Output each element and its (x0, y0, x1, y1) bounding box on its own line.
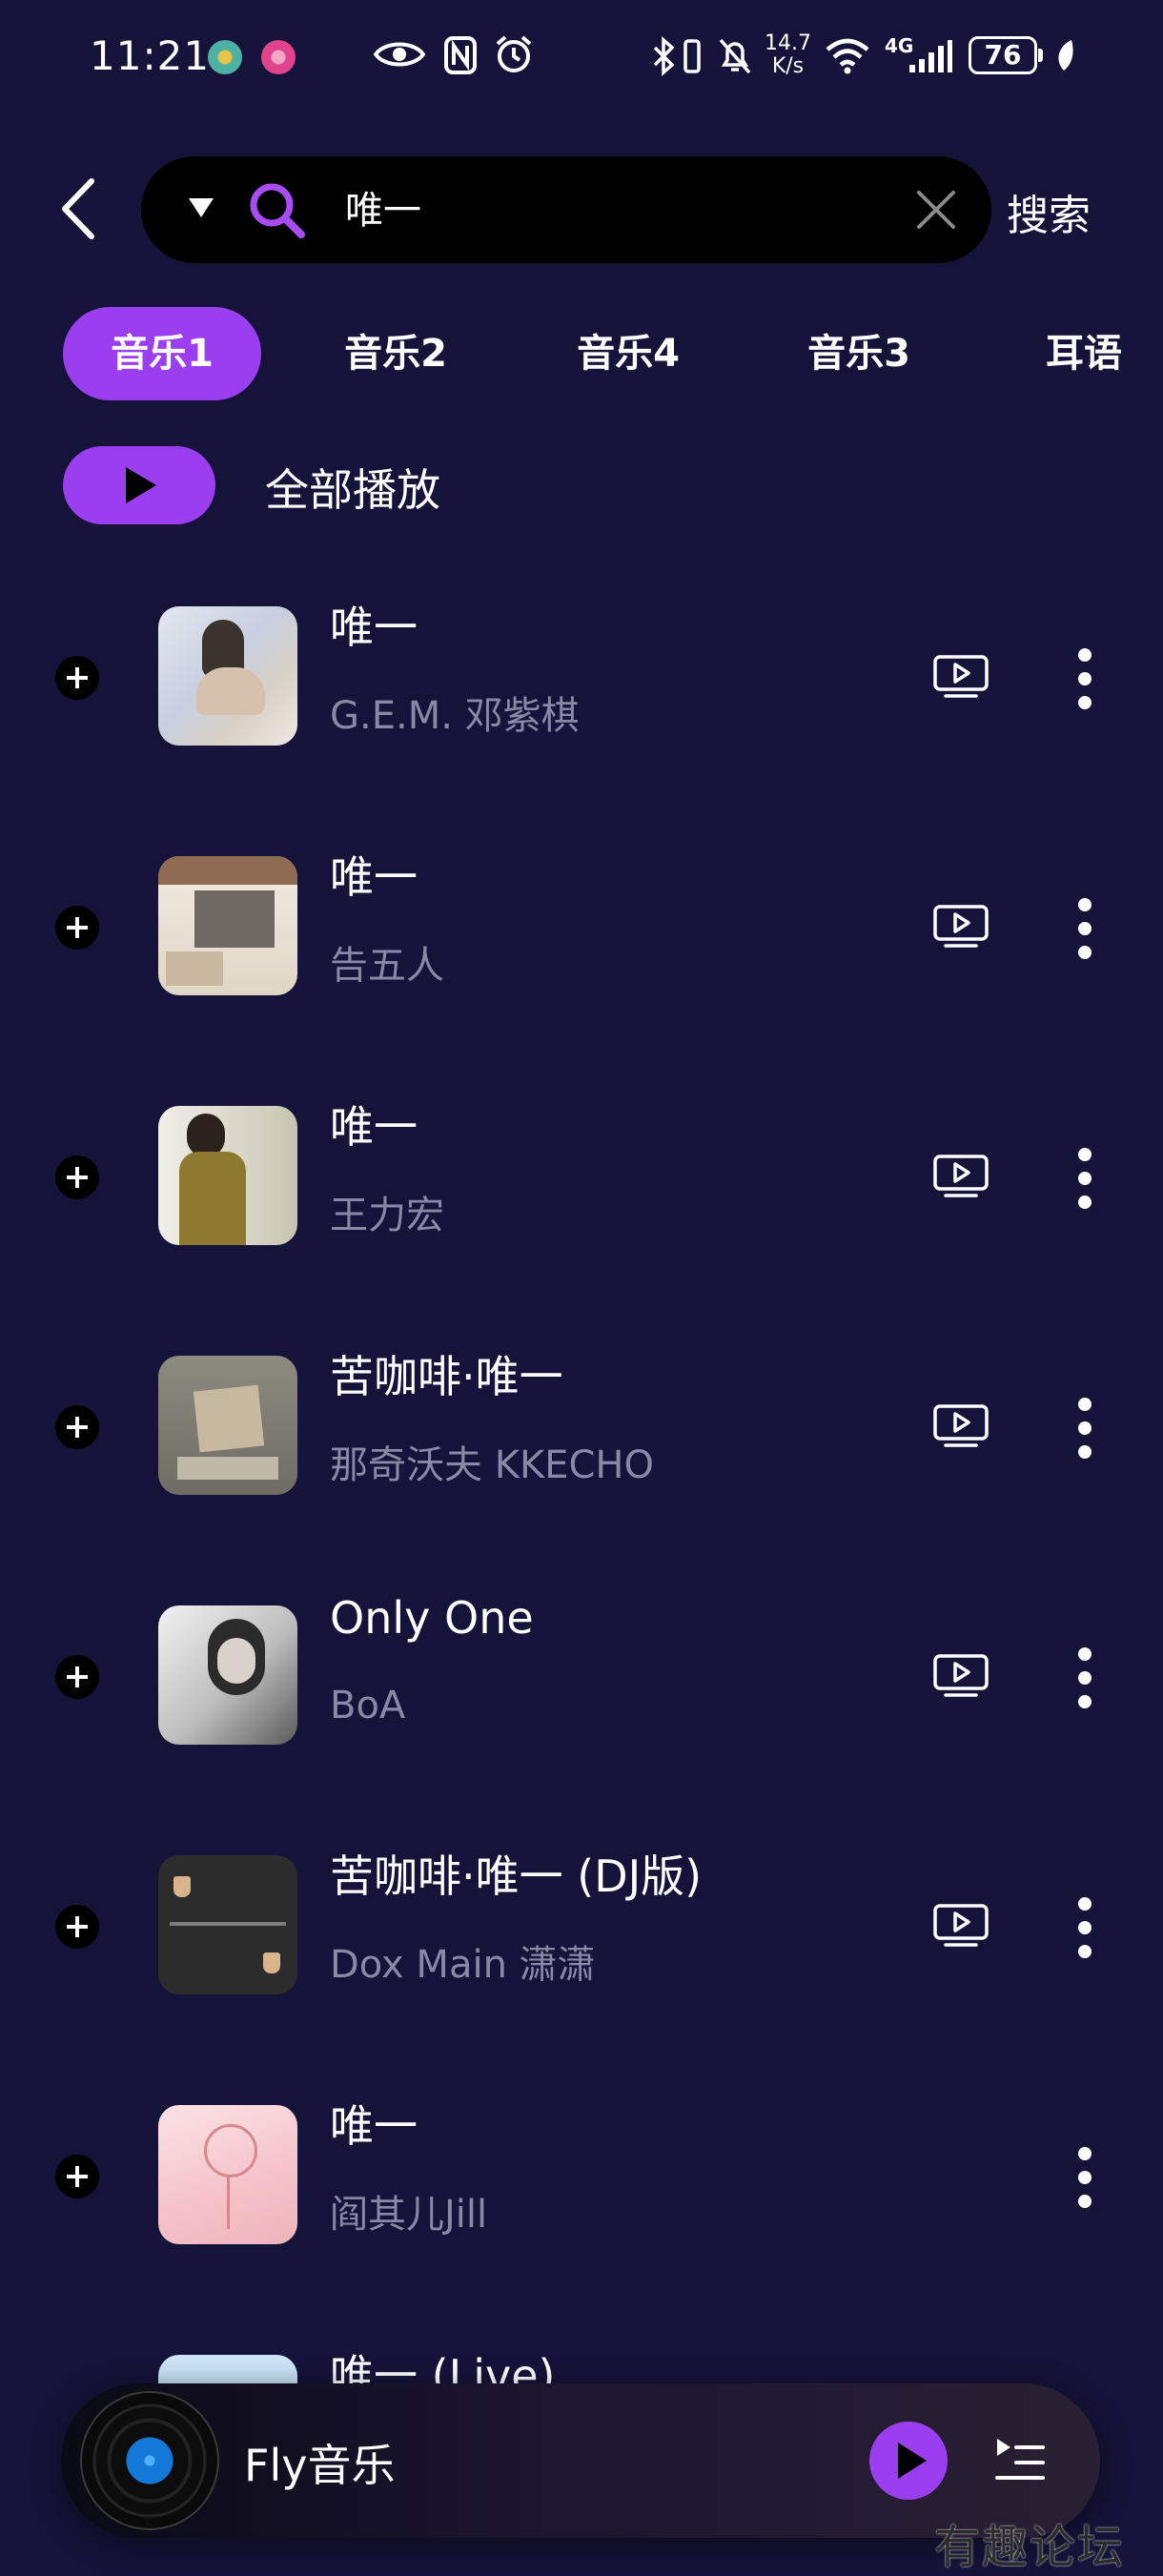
player-play-button[interactable] (869, 2422, 948, 2500)
more-options-icon[interactable] (1071, 1897, 1098, 1958)
add-icon[interactable] (55, 1905, 99, 1949)
eco-leaf-icon (1058, 40, 1073, 71)
album-cover (158, 856, 297, 995)
add-icon[interactable] (55, 1655, 99, 1699)
battery-indicator: 76 (969, 36, 1043, 74)
album-cover (158, 2105, 297, 2244)
song-title: 唯一 (330, 1101, 418, 1153)
mv-video-icon[interactable] (932, 904, 990, 950)
wifi-icon (826, 38, 869, 74)
dropdown-triangle-icon[interactable] (189, 198, 214, 217)
signal-icon (909, 40, 952, 72)
add-icon[interactable] (55, 1405, 99, 1449)
song-artist: 那奇沃夫 KKECHO (330, 1443, 654, 1487)
mv-video-icon[interactable] (932, 1903, 990, 1949)
play-icon (898, 2443, 927, 2479)
song-row[interactable]: 苦咖啡·唯一 (DJ版) Dox Main 潇潇 (0, 1806, 1163, 2055)
vibrate-icon (684, 39, 701, 73)
clear-search-icon[interactable] (913, 187, 959, 233)
mv-video-icon[interactable] (932, 1154, 990, 1199)
tab-music-3[interactable]: 音乐3 (787, 307, 930, 400)
play-all-label[interactable]: 全部播放 (265, 456, 440, 519)
search-icon (250, 183, 305, 238)
add-icon[interactable] (55, 2155, 99, 2198)
watermark-text: 有趣论坛 (934, 2521, 1126, 2574)
play-icon (126, 467, 156, 503)
more-options-icon[interactable] (1071, 1398, 1098, 1459)
tab-music-4[interactable]: 音乐4 (557, 307, 700, 400)
tab-music-1[interactable]: 音乐1 (63, 307, 261, 400)
song-title: 苦咖啡·唯一 (DJ版) (330, 1850, 703, 1902)
alarm-icon (496, 35, 532, 72)
back-button[interactable] (53, 175, 105, 242)
more-options-icon[interactable] (1071, 1647, 1098, 1708)
song-row[interactable]: 唯一 (Live) (0, 2305, 1163, 2383)
tab-whisper[interactable]: 耳语 (1022, 307, 1146, 400)
search-button[interactable]: 搜索 (1007, 181, 1091, 242)
album-cover (158, 2355, 297, 2383)
mv-video-icon[interactable] (932, 1653, 990, 1699)
status-time: 11:21 (90, 32, 211, 79)
more-options-icon[interactable] (1071, 1148, 1098, 1209)
status-bar: 11:21 14.7 K/s 4G 76 (0, 0, 1163, 114)
more-options-icon[interactable] (1071, 648, 1098, 709)
player-title[interactable]: Fly音乐 (244, 2431, 395, 2494)
song-row[interactable]: 唯一 王力宏 (0, 1056, 1163, 1306)
song-title: Only One (330, 1592, 534, 1644)
more-options-icon[interactable] (1071, 2147, 1098, 2208)
song-artist: 王力宏 (330, 1194, 444, 1237)
song-row[interactable]: Only One BoA (0, 1556, 1163, 1806)
song-artist: BoA (330, 1684, 406, 1728)
network-speed-value: 14.7 (765, 31, 811, 55)
more-options-icon[interactable] (1071, 898, 1098, 959)
song-title: 苦咖啡·唯一 (330, 1351, 563, 1402)
album-cover (158, 1605, 297, 1745)
add-icon[interactable] (55, 906, 99, 950)
network-speed-unit: K/s (771, 54, 805, 78)
mv-video-icon[interactable] (932, 654, 990, 700)
song-artist: G.E.M. 邓紫棋 (330, 694, 580, 738)
song-row[interactable]: 唯一 告五人 (0, 807, 1163, 1056)
playlist-icon[interactable] (993, 2433, 1047, 2486)
song-artist: 告五人 (330, 944, 444, 988)
search-box[interactable] (141, 156, 991, 263)
album-cover (158, 606, 297, 746)
song-artist: Dox Main 潇潇 (330, 1943, 596, 1987)
tab-music-2[interactable]: 音乐2 (324, 307, 467, 400)
song-row[interactable]: 苦咖啡·唯一 那奇沃夫 KKECHO (0, 1306, 1163, 1556)
album-cover (158, 1106, 297, 1245)
vinyl-record-icon[interactable] (80, 2391, 219, 2530)
eye-icon (374, 42, 425, 67)
song-row[interactable]: 唯一 阎其儿Jill (0, 2055, 1163, 2305)
network-speed: 14.7 K/s (765, 32, 811, 78)
song-title: 唯一 (Live) (330, 2350, 556, 2383)
album-cover (158, 1855, 297, 1994)
bluetooth-icon (653, 36, 675, 76)
notification-app-icon (261, 40, 296, 74)
album-cover (158, 1356, 297, 1495)
mute-bell-icon (719, 38, 751, 74)
search-input[interactable] (343, 183, 843, 238)
add-icon[interactable] (55, 1155, 99, 1199)
play-all-button[interactable] (63, 446, 215, 524)
song-title: 唯一 (330, 851, 418, 903)
song-artist: 阎其儿Jill (330, 2193, 488, 2237)
song-title: 唯一 (330, 2100, 418, 2152)
notification-app-icon (208, 40, 242, 74)
category-tabs: 音乐1 音乐2 音乐4 音乐3 耳语 (0, 307, 1163, 402)
mv-video-icon[interactable] (932, 1403, 990, 1449)
song-title: 唯一 (330, 602, 418, 653)
song-row[interactable]: 唯一 G.E.M. 邓紫棋 (0, 557, 1163, 807)
add-icon[interactable] (55, 656, 99, 700)
nfc-icon (444, 36, 477, 74)
